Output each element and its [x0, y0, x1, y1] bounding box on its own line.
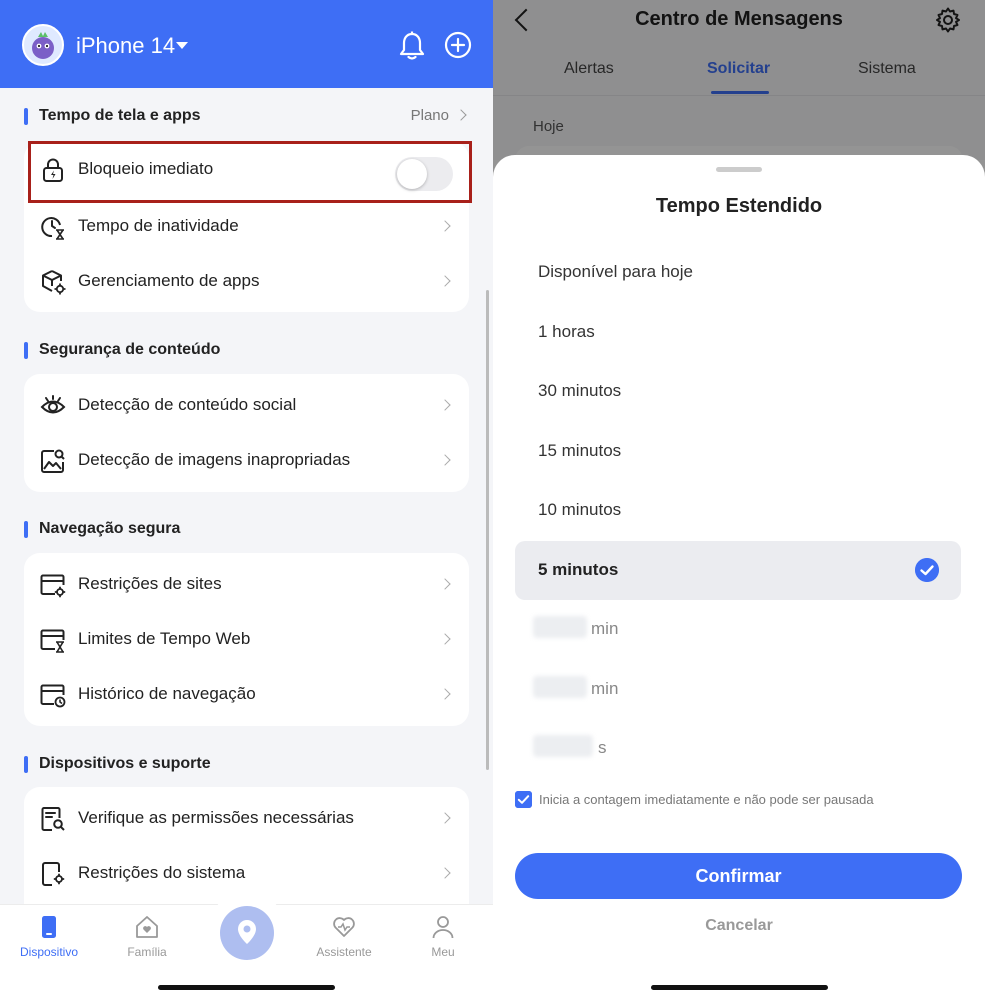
device-name[interactable]: iPhone 14 — [76, 33, 175, 59]
location-pin-icon — [238, 920, 256, 944]
home-indicator — [158, 985, 335, 990]
option-30-min[interactable]: 30 minutos — [515, 362, 961, 421]
row-check-permissions[interactable]: Verifique as permissões necessárias — [24, 791, 469, 846]
chevron-right-icon — [455, 109, 467, 121]
add-circle-icon[interactable] — [444, 31, 472, 59]
chevron-right-icon — [439, 399, 451, 411]
row-social-detection[interactable]: Detecção de conteúdo social — [24, 378, 469, 433]
option-blurred-3[interactable]: s — [515, 719, 961, 778]
tab-family[interactable]: Família — [107, 915, 187, 959]
plan-link-label[interactable]: Plano — [411, 107, 449, 124]
home-heart-icon — [136, 916, 158, 938]
cancel-button[interactable]: Cancelar — [493, 917, 985, 935]
option-label: min — [591, 619, 619, 638]
blurred-value — [533, 676, 587, 698]
phone-icon — [42, 916, 56, 938]
avatar[interactable] — [22, 24, 64, 66]
option-1-hour[interactable]: 1 horas — [515, 303, 961, 362]
chevron-right-icon — [439, 220, 451, 232]
row-label: Verifique as permissões necessárias — [78, 808, 354, 827]
clock-hourglass-icon — [41, 217, 64, 240]
row-label: Restrições de sites — [78, 574, 222, 593]
scrollbar[interactable] — [486, 290, 489, 770]
check-circle-icon — [915, 558, 939, 582]
row-app-management[interactable]: Gerenciamento de apps — [24, 254, 469, 309]
tab-me[interactable]: Meu — [403, 915, 483, 959]
row-site-restrictions[interactable]: Restrições de sites — [24, 557, 469, 612]
image-search-icon — [41, 449, 65, 473]
chevron-right-icon — [439, 454, 451, 466]
option-label: min — [591, 679, 619, 698]
row-label: Detecção de imagens inapropriadas — [78, 450, 351, 469]
option-available-today[interactable]: Disponível para hoje — [515, 243, 961, 302]
option-label: s — [598, 738, 607, 757]
sheet-grabber[interactable] — [716, 167, 762, 172]
plan-link[interactable]: Plano — [411, 107, 467, 124]
app-box-gear-icon — [42, 270, 66, 295]
chevron-right-icon — [439, 578, 451, 590]
blurred-value — [533, 735, 593, 757]
option-label: 30 minutos — [538, 381, 622, 400]
chevron-right-icon — [439, 688, 451, 700]
agreement-checkbox[interactable] — [515, 791, 532, 808]
blurred-value — [533, 616, 587, 638]
message-center-pane: Centro de Mensagens Alertas Solicitar Si… — [493, 0, 985, 1000]
browser-clock-icon — [40, 684, 66, 708]
option-blurred-1[interactable]: min — [515, 600, 961, 659]
option-blurred-2[interactable]: min — [515, 660, 961, 719]
chevron-right-icon — [439, 867, 451, 879]
chevron-right-icon — [439, 275, 451, 287]
extended-time-sheet: Tempo Estendido Disponível para hoje 1 h… — [493, 155, 985, 1000]
chevron-down-icon[interactable] — [176, 42, 188, 49]
safe-browsing-card: Restrições de sites Limites de Tempo Web… — [24, 553, 469, 726]
tab-label: Assistente — [316, 945, 372, 959]
row-browsing-history[interactable]: Histórico de navegação — [24, 667, 469, 722]
option-label: Disponível para hoje — [538, 262, 693, 281]
option-label: 5 minutos — [538, 560, 619, 579]
agreement-text: Inicia a contagem imediatamente e não po… — [539, 792, 874, 807]
option-10-min[interactable]: 10 minutos — [515, 481, 961, 540]
home-indicator — [651, 985, 828, 990]
tab-label: Dispositivo — [19, 945, 79, 959]
row-label: Detecção de conteúdo social — [78, 395, 297, 414]
row-inactivity[interactable]: Tempo de inatividade — [24, 199, 469, 254]
top-bar: iPhone 14 — [0, 0, 493, 88]
row-image-detection[interactable]: Detecção de imagens inapropriadas — [24, 433, 469, 488]
device-pane: iPhone 14 Tempo de tela e apps Plano Blo… — [0, 0, 493, 1000]
phone-gear-icon — [42, 862, 65, 886]
confirm-button[interactable]: Confirmar — [515, 853, 962, 899]
chevron-right-icon — [439, 812, 451, 824]
row-label: Restrições do sistema — [78, 863, 246, 882]
browser-hourglass-icon — [40, 629, 65, 653]
option-15-min[interactable]: 15 minutos — [515, 422, 961, 481]
section-title-content-safety: Segurança de conteúdo — [24, 341, 220, 359]
highlight-box — [28, 141, 472, 203]
tab-label: Família — [127, 945, 167, 959]
option-5-min[interactable]: 5 minutos — [515, 541, 961, 600]
tab-device[interactable]: Dispositivo — [9, 915, 89, 959]
document-search-icon — [41, 807, 65, 831]
option-label: 15 minutos — [538, 441, 622, 460]
content-safety-card: Detecção de conteúdo social Detecção de … — [24, 374, 469, 492]
option-label: 1 horas — [538, 322, 595, 341]
row-web-time-limits[interactable]: Limites de Tempo Web — [24, 612, 469, 667]
eye-icon — [40, 395, 66, 414]
section-title-devices-support: Dispositivos e suporte — [24, 755, 211, 773]
location-button[interactable] — [220, 906, 274, 960]
section-title-safe-browsing: Navegação segura — [24, 520, 180, 538]
person-icon — [432, 916, 454, 939]
section-title-screen-time: Tempo de tela e apps — [24, 107, 201, 125]
heart-pulse-icon — [333, 917, 355, 937]
row-label: Limites de Tempo Web — [78, 629, 251, 648]
bell-icon[interactable] — [398, 31, 426, 61]
tab-assistant[interactable]: Assistente — [304, 915, 384, 959]
row-label: Histórico de navegação — [78, 684, 256, 703]
sheet-title: Tempo Estendido — [655, 195, 823, 217]
option-label: 10 minutos — [538, 500, 622, 519]
tab-label: Meu — [431, 945, 455, 959]
browser-gear-icon — [40, 574, 66, 598]
row-label: Gerenciamento de apps — [78, 271, 260, 290]
row-label: Tempo de inatividade — [78, 216, 239, 235]
chevron-right-icon — [439, 633, 451, 645]
